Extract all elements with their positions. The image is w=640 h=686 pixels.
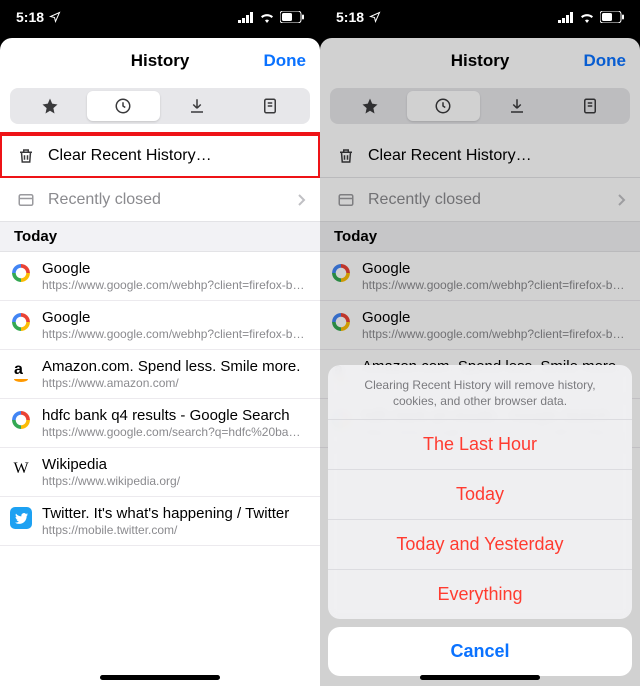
history-item[interactable]: Twitter. It's what's happening / Twitter…: [0, 497, 320, 546]
twitter-icon: [10, 507, 32, 529]
history-item-url: https://www.amazon.com/: [42, 376, 306, 390]
chevron-right-icon: [297, 193, 306, 207]
history-item-title: Amazon.com. Spend less. Smile more.: [42, 358, 306, 375]
chevron-right-icon: [617, 193, 626, 207]
history-item-url: https://www.google.com/webhp?client=fire…: [42, 327, 306, 341]
cancel-button[interactable]: Cancel: [328, 627, 632, 676]
clear-history-label: Clear Recent History…: [48, 147, 306, 165]
phone-left: 5:18 History Done: [0, 0, 320, 686]
reading-list-icon: [581, 97, 599, 115]
history-item-title: Google: [42, 309, 306, 326]
clear-everything-button[interactable]: Everything: [328, 570, 632, 619]
clock-icon: [434, 97, 452, 115]
clock-icon: [114, 97, 132, 115]
google-icon: [332, 264, 350, 282]
history-item[interactable]: Googlehttps://www.google.com/webhp?clien…: [0, 301, 320, 350]
star-icon: [361, 97, 379, 115]
clear-recent-history-row[interactable]: Clear Recent History…: [320, 134, 640, 178]
status-bar: 5:18: [0, 0, 320, 34]
battery-icon: [600, 11, 624, 23]
library-tabs: [330, 88, 630, 124]
google-icon: [12, 313, 30, 331]
trash-icon: [14, 146, 38, 166]
history-item[interactable]: W Wikipediahttps://www.wikipedia.org/: [0, 448, 320, 497]
history-item-title: Wikipedia: [42, 456, 306, 473]
clear-today-yesterday-button[interactable]: Today and Yesterday: [328, 520, 632, 570]
recently-closed-row[interactable]: Recently closed: [320, 178, 640, 222]
sheet-header: History Done: [0, 38, 320, 84]
history-item-title: Google: [362, 260, 626, 277]
done-button[interactable]: Done: [264, 51, 307, 71]
home-indicator[interactable]: [420, 675, 540, 680]
trash-icon: [334, 146, 358, 166]
history-item[interactable]: Googlehttps://www.google.com/webhp?clien…: [320, 252, 640, 301]
status-bar: 5:18: [320, 0, 640, 34]
history-list-left: Googlehttps://www.google.com/webhp?clien…: [0, 252, 320, 546]
amazon-icon: a: [14, 361, 28, 382]
reading-list-icon: [261, 97, 279, 115]
page-title: History: [131, 51, 190, 71]
home-indicator[interactable]: [100, 675, 220, 680]
history-item-title: Google: [362, 309, 626, 326]
tab-history[interactable]: [87, 91, 161, 121]
tab-downloads[interactable]: [160, 91, 234, 121]
signal-icon: [238, 12, 254, 23]
history-item-url: https://www.wikipedia.org/: [42, 474, 306, 488]
wikipedia-icon: W: [13, 460, 28, 478]
phone-right: 5:18 History Done Clear Recent History…: [320, 0, 640, 686]
google-icon: [12, 264, 30, 282]
history-item-title: hdfc bank q4 results - Google Search: [42, 407, 306, 424]
google-icon: [332, 313, 350, 331]
tab-reading-list[interactable]: [554, 91, 628, 121]
wifi-icon: [259, 11, 275, 23]
star-icon: [41, 97, 59, 115]
history-item-url: https://www.google.com/webhp?client=fire…: [362, 278, 626, 292]
action-sheet-group: Clearing Recent History will remove hist…: [328, 365, 632, 619]
history-item[interactable]: Googlehttps://www.google.com/webhp?clien…: [0, 252, 320, 301]
history-item-url: https://www.google.com/webhp?client=fire…: [42, 278, 306, 292]
tab-icon: [14, 192, 38, 208]
google-icon: [12, 411, 30, 429]
battery-icon: [280, 11, 304, 23]
history-item[interactable]: Googlehttps://www.google.com/webhp?clien…: [320, 301, 640, 350]
tab-icon: [334, 192, 358, 208]
sheet-header: History Done: [320, 38, 640, 84]
history-item[interactable]: a Amazon.com. Spend less. Smile more.http…: [0, 350, 320, 399]
location-icon: [369, 11, 381, 23]
clear-today-button[interactable]: Today: [328, 470, 632, 520]
history-item-title: Google: [42, 260, 306, 277]
recently-closed-label: Recently closed: [48, 191, 297, 209]
action-sheet-message: Clearing Recent History will remove hist…: [328, 365, 632, 420]
history-item-url: https://mobile.twitter.com/: [42, 523, 306, 537]
signal-icon: [558, 12, 574, 23]
recently-closed-label: Recently closed: [368, 191, 617, 209]
recently-closed-row[interactable]: Recently closed: [0, 178, 320, 222]
section-today: Today: [0, 222, 320, 252]
tab-downloads[interactable]: [480, 91, 554, 121]
download-icon: [508, 97, 526, 115]
tab-reading-list[interactable]: [234, 91, 308, 121]
section-today: Today: [320, 222, 640, 252]
done-button[interactable]: Done: [584, 51, 627, 71]
tab-bookmarks[interactable]: [13, 91, 87, 121]
clear-history-action-sheet: Clearing Recent History will remove hist…: [328, 365, 632, 676]
tab-bookmarks[interactable]: [333, 91, 407, 121]
tab-history[interactable]: [407, 91, 481, 121]
page-title: History: [451, 51, 510, 71]
clear-history-label: Clear Recent History…: [368, 147, 626, 165]
history-item-url: https://www.google.com/search?q=hdfc%20b…: [42, 425, 306, 439]
history-item-title: Twitter. It's what's happening / Twitter: [42, 505, 306, 522]
download-icon: [188, 97, 206, 115]
location-icon: [49, 11, 61, 23]
history-sheet: History Done Clear Recent History… Recen…: [320, 38, 640, 686]
library-tabs: [10, 88, 310, 124]
status-time: 5:18: [336, 9, 364, 25]
history-item-url: https://www.google.com/webhp?client=fire…: [362, 327, 626, 341]
clear-last-hour-button[interactable]: The Last Hour: [328, 420, 632, 470]
wifi-icon: [579, 11, 595, 23]
history-item[interactable]: hdfc bank q4 results - Google Searchhttp…: [0, 399, 320, 448]
history-sheet: History Done Clear Recent History…: [0, 38, 320, 686]
clear-recent-history-row[interactable]: Clear Recent History…: [0, 134, 320, 178]
status-time: 5:18: [16, 9, 44, 25]
